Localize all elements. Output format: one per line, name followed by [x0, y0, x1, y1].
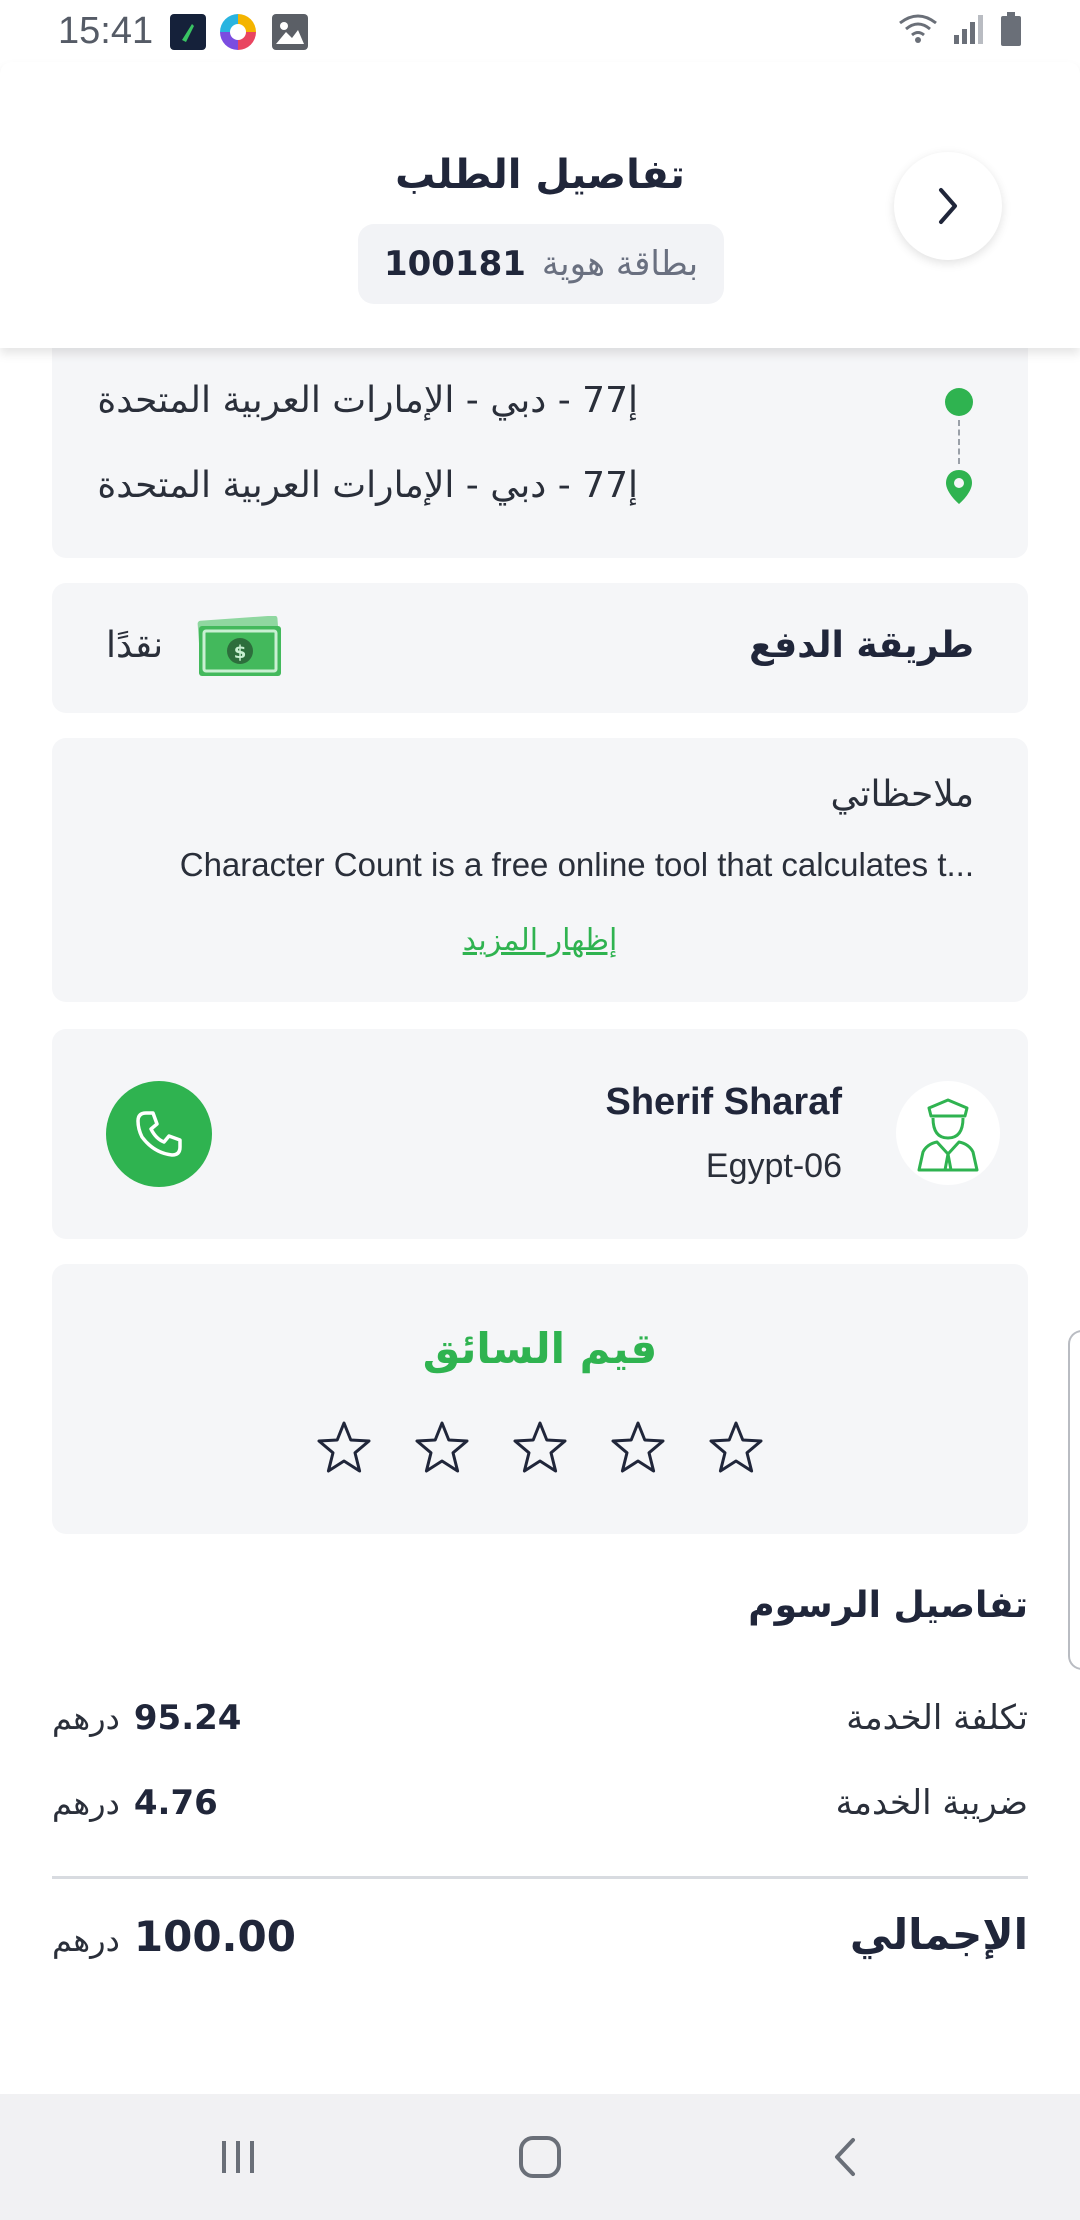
battery-icon: [1001, 12, 1021, 46]
gallery-icon: [272, 14, 308, 50]
notes-title: ملاحظاتي: [830, 774, 974, 815]
dropoff-address: إ77 - دبي - الإمارات العربية المتحدة: [97, 465, 638, 506]
badge-label: بطاقة هوية: [541, 244, 699, 284]
pickup-dot-icon: [945, 388, 973, 416]
notes-text: Character Count is a free online tool th…: [179, 846, 974, 883]
status-time: 15:41: [58, 10, 154, 52]
show-more-link[interactable]: إظهار المزيد: [52, 923, 1028, 958]
cash-icon: $: [197, 616, 281, 676]
recent-apps-button[interactable]: [198, 2124, 278, 2190]
driver-plate: Egypt-06: [705, 1147, 842, 1185]
star-icon[interactable]: [707, 1419, 765, 1477]
call-driver-button[interactable]: [106, 1081, 212, 1187]
star-rating[interactable]: [52, 1419, 1028, 1477]
notes-card: ملاحظاتي Character Count is a free onlin…: [52, 738, 1028, 1002]
fee-value: 95.24: [133, 1698, 242, 1738]
chevron-left-icon: [835, 2138, 855, 2176]
payment-method: نقدًا: [106, 625, 164, 666]
home-button[interactable]: [500, 2124, 580, 2190]
rating-title: قيم السائق: [422, 1324, 658, 1373]
back-button[interactable]: [894, 152, 1002, 260]
system-back-button[interactable]: [804, 2124, 884, 2190]
status-bar: 15:41: [0, 0, 1080, 62]
total-value: 100.00: [133, 1912, 296, 1961]
payment-card: طريقة الدفع $ نقدًا: [52, 583, 1028, 713]
phone-icon: [136, 1111, 182, 1157]
star-icon[interactable]: [315, 1419, 373, 1477]
total-amount: 100.00 درهم: [52, 1912, 296, 1961]
total-label: الإجمالي: [849, 1910, 1028, 1959]
payment-label: طريقة الدفع: [749, 625, 974, 666]
svg-text:$: $: [234, 642, 247, 663]
fee-amount-service: 95.24 درهم: [52, 1698, 241, 1738]
divider: [52, 1876, 1028, 1879]
fees-title: تفاصيل الرسوم: [748, 1585, 1028, 1626]
driver-card: Sherif Sharaf Egypt-06: [52, 1029, 1028, 1239]
route-connector: [958, 420, 960, 464]
recent-apps-icon: [222, 2141, 254, 2173]
colorful-app-icon: [220, 14, 256, 50]
badge-value: 100181: [383, 244, 526, 284]
driver-avatar: [896, 1081, 1000, 1185]
fee-value: 4.76: [133, 1783, 218, 1823]
pickup-address: إ77 - دبي - الإمارات العربية المتحدة: [97, 380, 638, 421]
order-id-badge: بطاقة هوية 100181: [358, 224, 724, 304]
scroll-handle[interactable]: [1068, 1330, 1080, 1670]
chevron-right-icon: [939, 188, 957, 224]
driver-name: Sherif Sharaf: [605, 1081, 842, 1123]
star-icon[interactable]: [413, 1419, 471, 1477]
driver-avatar-icon: [917, 1098, 979, 1172]
header: تفاصيل الطلب بطاقة هوية 100181: [0, 62, 1080, 348]
rating-card: قيم السائق: [52, 1264, 1028, 1534]
system-nav-bar: [0, 2094, 1080, 2220]
star-icon[interactable]: [609, 1419, 667, 1477]
star-icon[interactable]: [511, 1419, 569, 1477]
fee-label-service: تكلفة الخدمة: [846, 1698, 1028, 1738]
location-pin-icon: [946, 470, 972, 504]
fee-label-tax: ضريبة الخدمة: [835, 1783, 1028, 1823]
system-icons: [898, 12, 1022, 46]
fee-currency: درهم: [52, 1699, 120, 1737]
total-currency: درهم: [52, 1921, 120, 1959]
fee-amount-tax: 4.76 درهم: [52, 1783, 218, 1823]
wifi-icon: [899, 14, 937, 43]
app-icon: [170, 14, 206, 50]
signal-icon: [954, 15, 983, 44]
home-icon: [519, 2136, 561, 2178]
fee-currency: درهم: [52, 1784, 120, 1822]
